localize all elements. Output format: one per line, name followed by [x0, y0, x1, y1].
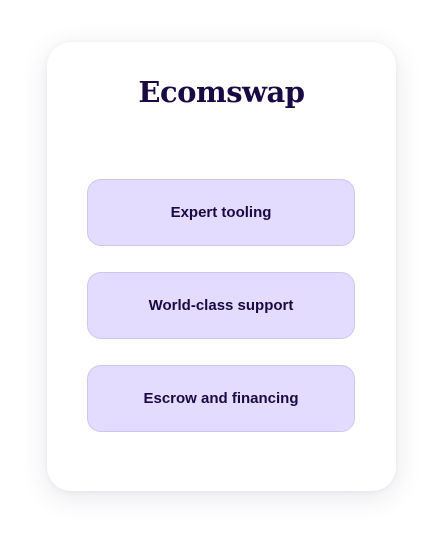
- feature-world-class-support[interactable]: World-class support: [87, 272, 355, 339]
- feature-escrow-and-financing[interactable]: Escrow and financing: [87, 365, 355, 432]
- feature-expert-tooling[interactable]: Expert tooling: [87, 179, 355, 246]
- brand-logo-text: Ecomswap: [138, 75, 305, 109]
- page: Ecomswap Expert tooling World-class supp…: [0, 0, 443, 542]
